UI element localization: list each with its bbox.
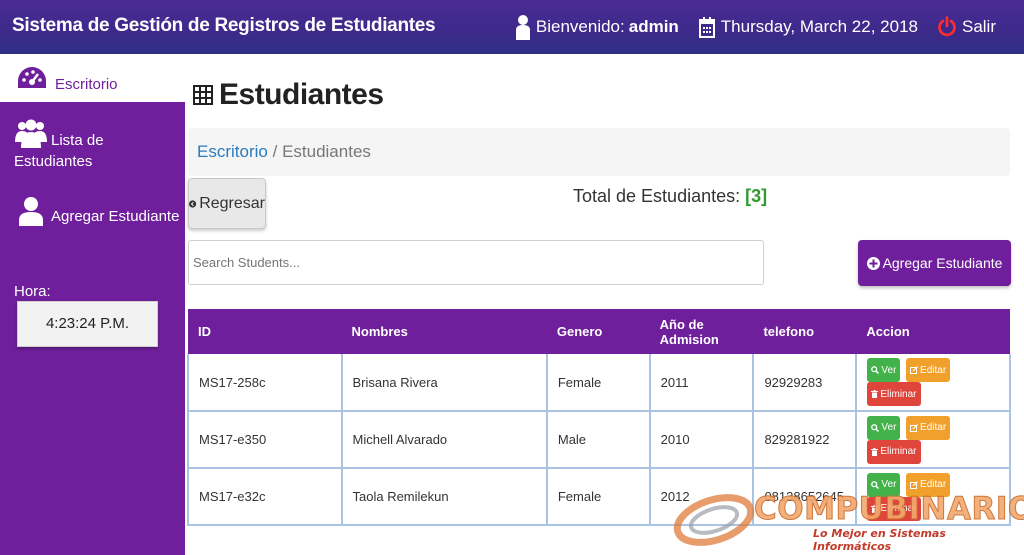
power-icon: [938, 16, 956, 37]
page-title: Estudiantes: [193, 78, 384, 112]
cell-name: Michell Alvarado: [340, 411, 548, 469]
cell-year: 2011: [648, 354, 755, 412]
column-header-id: ID: [188, 309, 342, 354]
delete-button[interactable]: Eliminar: [867, 439, 921, 464]
edit-button[interactable]: Editar: [906, 358, 951, 382]
user-icon: [19, 197, 43, 226]
top-bar: Sistema de Gestión de Registros de Estud…: [0, 0, 1024, 54]
calendar-icon: [698, 17, 715, 38]
cell-id: MS17-e32c: [187, 468, 343, 526]
cell-name: Taola Remilekun: [340, 468, 548, 526]
sidebar-item-label: Agregar Estudiante: [51, 208, 180, 225]
trash-icon: [871, 390, 879, 398]
view-label: Ver: [881, 422, 897, 433]
search-icon: [871, 366, 880, 374]
view-button[interactable]: Ver: [867, 415, 901, 440]
edit-button[interactable]: Editar: [906, 415, 951, 440]
delete-button[interactable]: Eliminar: [867, 382, 921, 406]
time-label: Hora:: [14, 283, 51, 300]
column-header-accion: Accion: [856, 309, 1010, 354]
watermark: COMPUBINARIO Lo Mejor en Sistemas Inform…: [672, 488, 1024, 553]
table-header-row: ID Nombres Genero Año de Admision telefo…: [188, 309, 1010, 354]
plus-circle-icon: [866, 256, 880, 270]
total-label: Total de Estudiantes:: [573, 186, 741, 206]
column-header-nombres: Nombres: [341, 309, 547, 354]
sidebar-item-label: Lista de Estudiantes: [14, 132, 104, 170]
sidebar-item-label: Escritorio: [55, 76, 118, 93]
clock-display: 4:23:24 P.M.: [17, 301, 158, 347]
table-row: MS17-e350 Michell Alvarado Male 2010 829…: [187, 411, 1011, 469]
page-title-text: Estudiantes: [219, 78, 384, 111]
edit-label: Editar: [920, 422, 947, 433]
column-header-telefono: telefono: [753, 309, 857, 354]
logout-link[interactable]: Salir: [938, 16, 996, 38]
watermark-tagline: Lo Mejor en Sistemas Informáticos: [813, 527, 946, 553]
cell-year: 2010: [648, 411, 755, 469]
top-bar-right: Bienvenido: admin Thursday, March 22, 20…: [496, 12, 996, 42]
back-button[interactable]: Regresar: [188, 178, 266, 229]
breadcrumb-current: Estudiantes: [282, 142, 371, 161]
view-label: Ver: [881, 364, 897, 376]
app-title: Sistema de Gestión de Registros de Estud…: [12, 15, 436, 36]
delete-label: Eliminar: [880, 446, 917, 457]
column-header-genero: Genero: [546, 309, 650, 354]
current-date: Thursday, March 22, 2018: [698, 16, 918, 38]
welcome-label: Bienvenido:: [535, 17, 625, 36]
sidebar: Escritorio Lista de Estudiantes Agregar …: [0, 54, 185, 555]
user-icon: [515, 15, 530, 40]
delete-label: Eliminar: [880, 388, 917, 400]
column-header-admision: Año de Admision: [649, 309, 754, 354]
cell-gender: Female: [545, 354, 651, 412]
breadcrumb: Escritorio / Estudiantes: [188, 128, 1010, 176]
cell-actions: Ver Editar Eliminar: [855, 411, 1011, 469]
compubinario-logo-icon: [673, 494, 755, 546]
welcome-user: Bienvenido: admin: [515, 14, 679, 40]
cell-gender: Male: [545, 411, 651, 469]
trash-icon: [871, 447, 879, 456]
cell-phone: 92929283: [752, 354, 858, 412]
total-count: [3]: [745, 186, 768, 206]
view-button[interactable]: Ver: [867, 358, 901, 382]
sidebar-item-lista-estudiantes[interactable]: Lista de Estudiantes: [0, 116, 185, 176]
add-student-label: Agregar Estudiante: [882, 255, 1003, 271]
cell-id: MS17-258c: [187, 354, 343, 412]
table-grid-icon: [193, 85, 213, 105]
username: admin: [628, 17, 679, 36]
cell-phone: 829281922: [752, 411, 858, 469]
watermark-brand: COMPUBINARIO: [754, 491, 1024, 528]
sidebar-item-escritorio[interactable]: Escritorio: [0, 54, 185, 102]
breadcrumb-escritorio-link[interactable]: Escritorio: [197, 142, 268, 161]
arrow-left-circle-icon: [189, 199, 197, 208]
add-student-button[interactable]: Agregar Estudiante: [858, 240, 1011, 286]
cell-name: Brisana Rivera: [340, 354, 548, 412]
dashboard-icon: [18, 67, 46, 88]
cell-gender: Female: [545, 468, 651, 526]
logout-label: Salir: [961, 17, 996, 36]
total-students: Total de Estudiantes: [3]: [573, 186, 767, 207]
date-text: Thursday, March 22, 2018: [720, 17, 918, 36]
search-input[interactable]: [188, 240, 764, 285]
cell-actions: Ver Editar Eliminar: [855, 354, 1011, 412]
sidebar-item-agregar-estudiante[interactable]: Agregar Estudiante: [0, 194, 185, 234]
breadcrumb-separator: /: [272, 142, 278, 161]
table-row: MS17-258c Brisana Rivera Female 2011 929…: [187, 354, 1011, 412]
edit-label: Editar: [920, 364, 947, 376]
search-icon: [871, 423, 880, 432]
back-button-label: Regresar: [199, 194, 265, 212]
cell-id: MS17-e350: [187, 411, 343, 469]
edit-icon: [910, 366, 918, 374]
edit-icon: [910, 423, 918, 432]
